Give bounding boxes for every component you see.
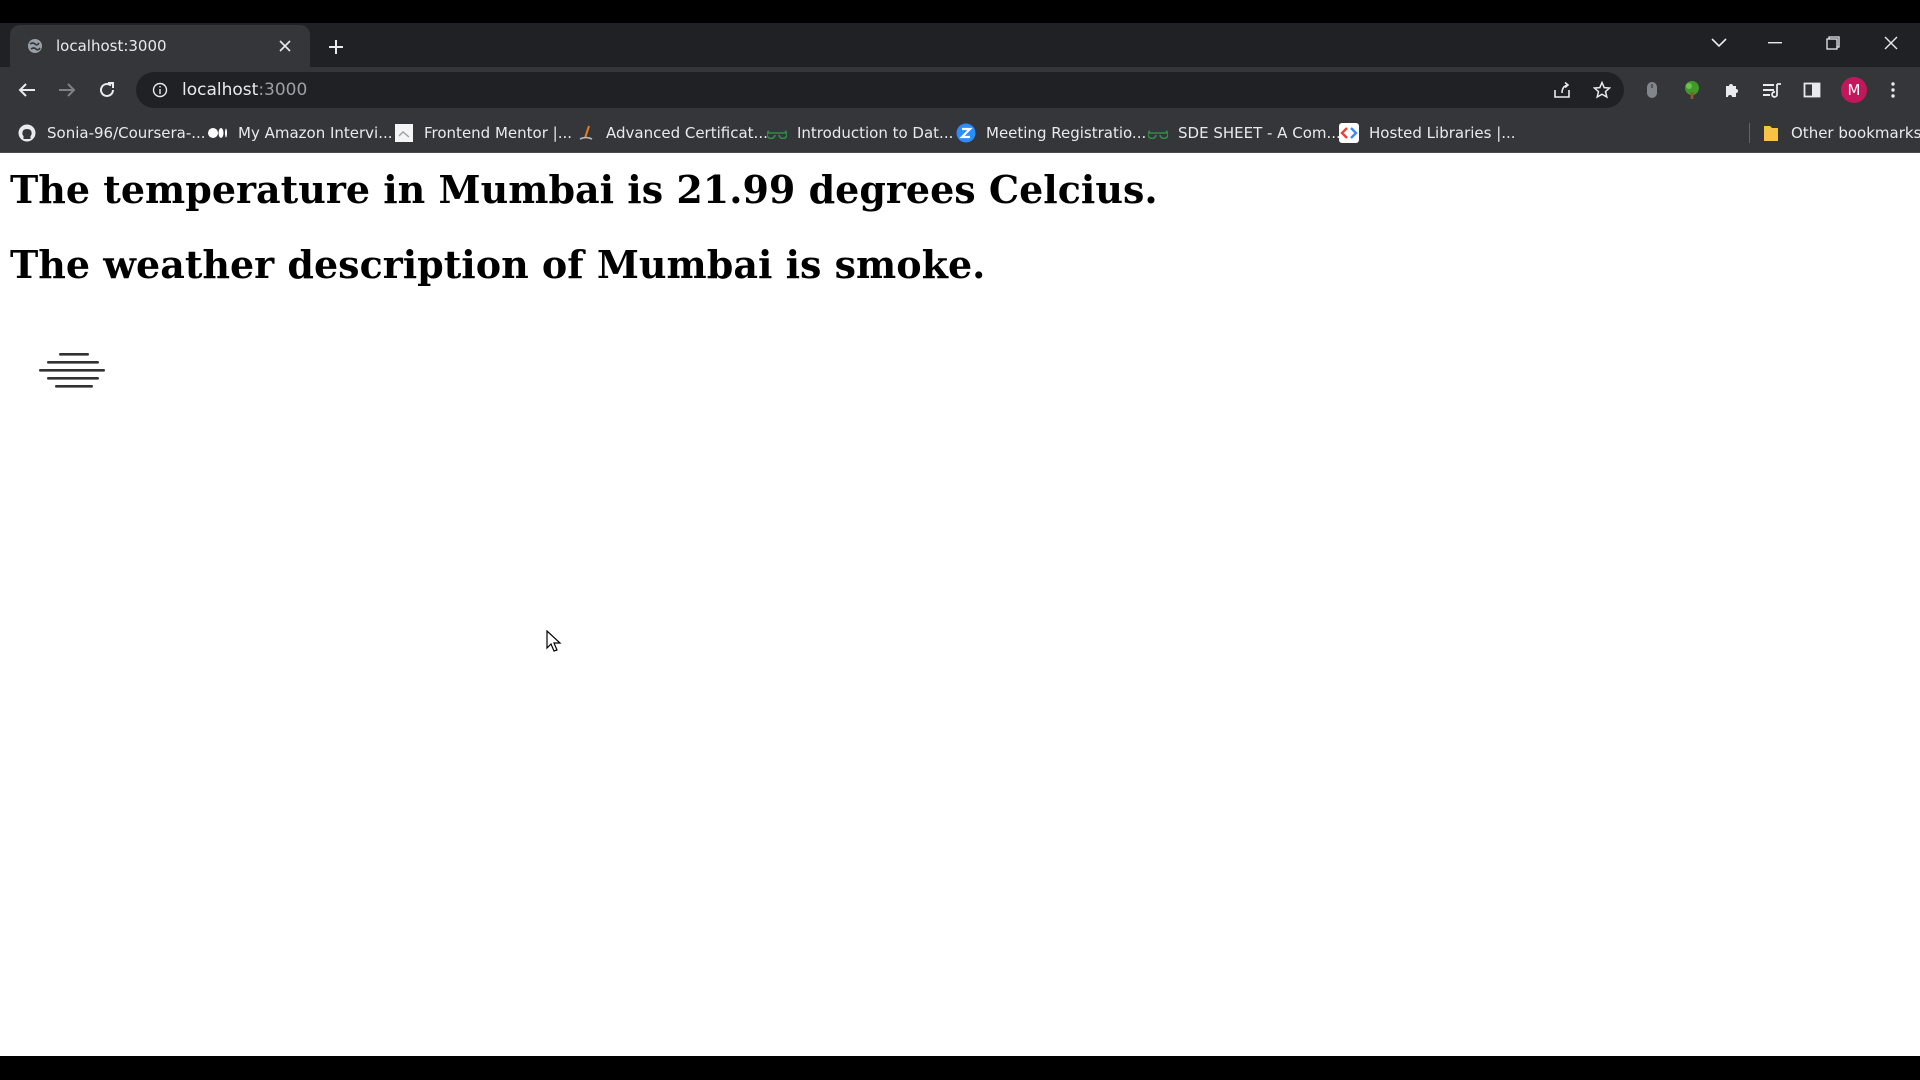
medium-icon (208, 123, 228, 143)
screen: localhost:3000 localhost:3000 M Sonia-96… (0, 0, 1920, 1080)
bookmark-label: Meeting Registratio... (986, 124, 1147, 142)
url-host: localhost (182, 80, 259, 100)
url-port: :3000 (258, 80, 308, 100)
screen-bottom-bar (0, 1056, 1920, 1080)
folder-icon (1761, 123, 1781, 143)
bookmark-item[interactable]: Hosted Libraries |... (1339, 113, 1516, 153)
extension-tree-icon[interactable] (1677, 75, 1707, 105)
page-content: The temperature in Mumbai is 21.99 degre… (0, 153, 1920, 1056)
bookmark-label: Frontend Mentor |... (424, 124, 572, 142)
forward-arrow-icon[interactable] (51, 74, 83, 106)
close-icon[interactable] (274, 35, 296, 57)
google-dev-icon (1339, 123, 1359, 143)
bookmark-label: Advanced Certificat... (606, 124, 768, 142)
address-bar[interactable]: localhost:3000 (136, 72, 1624, 108)
reload-icon[interactable] (91, 74, 123, 106)
share-icon[interactable] (1547, 75, 1577, 105)
extension-mouse-icon[interactable] (1637, 75, 1667, 105)
bookmark-item[interactable]: Frontend Mentor |... (394, 113, 572, 153)
bookmark-label: SDE SHEET - A Com... (1178, 124, 1341, 142)
profile-avatar[interactable]: M (1839, 75, 1869, 105)
browser-toolbar: localhost:3000 M (0, 67, 1920, 113)
bookmark-label: Introduction to Dat... (797, 124, 954, 142)
bookmark-separator (1749, 123, 1750, 143)
gfg-icon (1148, 123, 1168, 143)
bookmark-label: Hosted Libraries |... (1369, 124, 1516, 142)
bookmark-item[interactable]: Advanced Certificat... (576, 113, 768, 153)
new-tab-button[interactable] (322, 33, 350, 61)
puzzle-extensions-icon[interactable] (1717, 75, 1747, 105)
globe-icon (26, 37, 44, 55)
bookmark-item[interactable]: My Amazon Intervi... (208, 113, 393, 153)
kebab-menu-icon[interactable] (1878, 75, 1908, 105)
back-arrow-icon[interactable] (11, 74, 43, 106)
smoke-mist-icon (36, 349, 110, 403)
avatar: M (1841, 77, 1867, 103)
github-icon (17, 123, 37, 143)
tab-localhost[interactable]: localhost:3000 (10, 25, 310, 67)
weather-description-heading: The weather description of Mumbai is smo… (10, 242, 986, 287)
frontend-mentor-icon (394, 123, 414, 143)
bookmark-label: My Amazon Intervi... (238, 124, 393, 142)
bookmark-item[interactable]: Introduction to Dat... (767, 113, 953, 153)
side-panel-icon[interactable] (1797, 75, 1827, 105)
other-bookmarks-label: Other bookmarks (1791, 124, 1920, 142)
bookmark-item[interactable]: Meeting Registratio... (956, 113, 1146, 153)
mouse-cursor-icon (546, 629, 562, 654)
certificate-icon (576, 123, 596, 143)
bookmark-item[interactable]: Sonia-96/Coursera-... (17, 113, 206, 153)
bookmark-label: Sonia-96/Coursera-... (47, 124, 206, 142)
info-icon[interactable] (150, 80, 170, 100)
tab-strip: localhost:3000 (0, 23, 1920, 67)
star-bookmark-icon[interactable] (1587, 75, 1617, 105)
zoom-icon (956, 123, 976, 143)
minimize-icon[interactable] (1752, 23, 1798, 63)
bookmark-item[interactable]: SDE SHEET - A Com... (1148, 113, 1341, 153)
other-bookmarks-folder[interactable]: Other bookmarks (1761, 113, 1920, 153)
close-window-icon[interactable] (1868, 23, 1914, 63)
media-queue-icon[interactable] (1757, 75, 1787, 105)
bookmarks-bar: Sonia-96/Coursera-... My Amazon Intervi.… (0, 113, 1920, 153)
temperature-heading: The temperature in Mumbai is 21.99 degre… (10, 167, 1158, 212)
url-text: localhost:3000 (182, 80, 307, 100)
restore-icon[interactable] (1810, 23, 1856, 63)
tab-search-icon[interactable] (1696, 23, 1742, 63)
tab-title: localhost:3000 (56, 37, 167, 55)
gfg-icon (767, 123, 787, 143)
